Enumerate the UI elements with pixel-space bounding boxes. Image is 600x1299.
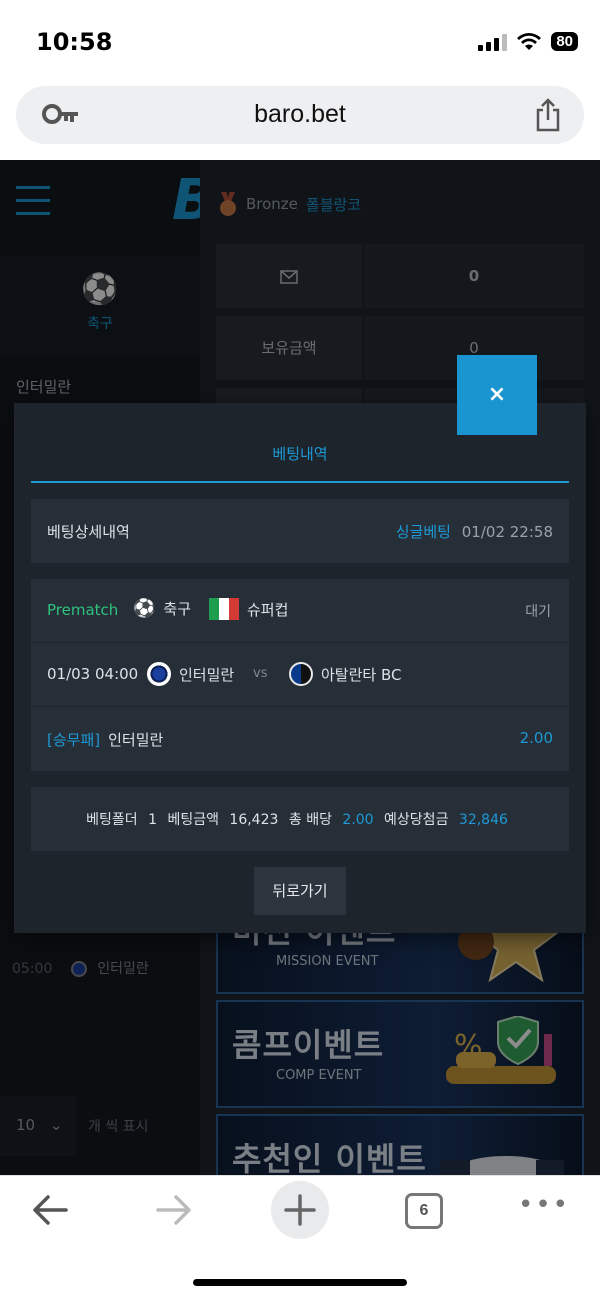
- payout-value: 32,846: [458, 812, 508, 828]
- payout-label: 예상당첨금: [384, 812, 449, 828]
- bet-time: 01/02 22:58: [461, 523, 553, 541]
- status-time: 10:58: [36, 28, 113, 56]
- back-arrow-icon[interactable]: [30, 1192, 70, 1228]
- italy-flag-icon: [209, 598, 239, 620]
- wifi-icon: [517, 33, 542, 50]
- status-icons: 80: [478, 32, 578, 51]
- match-meta-row: Prematch ⚽ 축구 슈퍼컵 대기: [31, 579, 569, 643]
- home-team-name: 인터밀란: [179, 665, 235, 684]
- total-odds-value: 2.00: [342, 812, 374, 828]
- league-label: 슈퍼컵: [247, 600, 289, 619]
- tabs-button[interactable]: 6: [405, 1193, 443, 1229]
- home-team: 인터밀란: [147, 662, 234, 686]
- bet-type: 싱글베팅: [395, 523, 451, 541]
- inter-crest-icon: [147, 662, 171, 686]
- amount-value: 16,423: [229, 812, 279, 828]
- folder-label: 베팅폴더: [86, 812, 138, 828]
- match-league: 슈퍼컵: [209, 598, 288, 620]
- bet-meta: 싱글베팅 01/02 22:58: [396, 521, 553, 542]
- bet-pick: [승무패] 인터밀란: [47, 729, 163, 750]
- total-odds-label: 총 배당: [288, 812, 332, 828]
- close-button[interactable]: ×: [457, 355, 537, 435]
- share-icon[interactable]: [534, 98, 562, 132]
- forward-arrow-icon[interactable]: [154, 1192, 194, 1228]
- bet-summary: 베팅폴더 1 베팅금액 16,423 총 배당 2.00 예상당첨금 32,84…: [31, 787, 569, 851]
- away-team-name: 아탈란타 BC: [321, 665, 402, 684]
- sport-label: 축구: [163, 600, 192, 618]
- bet-detail-header: 베팅상세내역 싱글베팅 01/02 22:58: [31, 499, 569, 563]
- url-text[interactable]: baro.bet: [16, 100, 584, 129]
- new-tab-button[interactable]: [271, 1181, 329, 1239]
- atalanta-crest-icon: [289, 662, 313, 686]
- match-teams-row: 01/03 04:00 인터밀란 vs 아탈란타 BC: [31, 643, 569, 707]
- battery-icon: 80: [551, 32, 578, 51]
- pick-odds: 2.00: [519, 729, 553, 747]
- pick-label: 인터밀란: [108, 731, 164, 749]
- match-sport: ⚽ 축구: [133, 598, 191, 619]
- prematch-badge: Prematch: [47, 601, 119, 619]
- bet-status: 대기: [525, 604, 551, 620]
- bet-detail-label: 베팅상세내역: [47, 523, 130, 541]
- back-button[interactable]: 뒤로가기: [254, 867, 346, 915]
- status-bar: 10:58 80: [0, 0, 600, 80]
- match-date: 01/03 04:00: [47, 665, 139, 683]
- amount-label: 베팅금액: [167, 812, 219, 828]
- address-bar[interactable]: baro.bet: [16, 86, 584, 144]
- home-indicator: [193, 1279, 407, 1286]
- browser-address-area: baro.bet: [0, 80, 600, 160]
- plus-icon: [284, 1194, 316, 1226]
- away-team: 아탈란타 BC: [289, 662, 401, 686]
- bet-history-modal: 베팅내역 베팅상세내역 싱글베팅 01/02 22:58 Prematch ⚽ …: [14, 403, 586, 933]
- bet-match-card: Prematch ⚽ 축구 슈퍼컵 대기 01/03 04:00 인터밀란 vs…: [31, 579, 569, 771]
- more-icon[interactable]: •••: [518, 1192, 570, 1218]
- bet-pick-row: [승무패] 인터밀란 2.00: [31, 707, 569, 771]
- vs-label: vs: [253, 666, 268, 681]
- folder-value: 1: [148, 812, 157, 828]
- market-label: [승무패]: [47, 731, 101, 749]
- soccer-ball-icon: ⚽: [133, 598, 156, 619]
- cellular-signal-icon: [478, 33, 508, 51]
- browser-toolbar: 6 •••: [0, 1175, 600, 1299]
